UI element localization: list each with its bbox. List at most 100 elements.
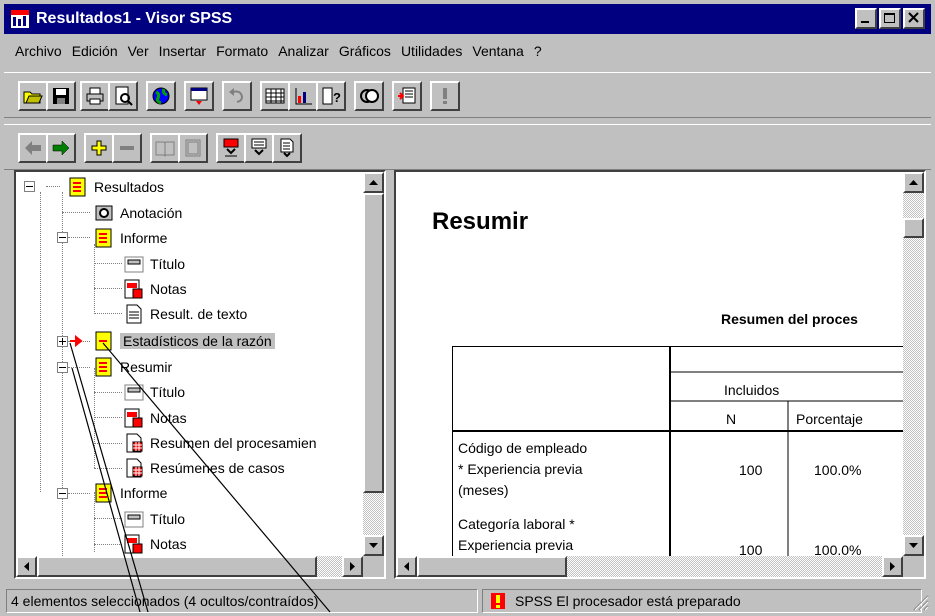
tree-item-informe[interactable]: Informe [94, 480, 167, 505]
maximize-button[interactable] [879, 8, 901, 29]
scroll-up-button[interactable] [363, 172, 384, 193]
close-button[interactable] [903, 8, 925, 29]
tree-item-titulo[interactable]: Título [124, 379, 185, 404]
menu-ver[interactable]: Ver [123, 43, 154, 59]
scroll-down-button[interactable] [903, 535, 924, 556]
col-group-header: Incluidos [724, 382, 780, 398]
tree-item-label: Informe [120, 229, 168, 246]
arrow-up-icon [369, 180, 378, 185]
insert-text-icon [280, 138, 294, 158]
scroll-left-button[interactable] [396, 556, 417, 577]
tree-item-informe[interactable]: Informe [94, 225, 167, 250]
menu-help[interactable]: ? [529, 43, 547, 59]
tree-item-notas[interactable]: Notas [124, 405, 187, 430]
tree-item-anotacion[interactable]: Anotación [94, 200, 182, 225]
minus-icon [120, 146, 134, 150]
arrow-right-icon [890, 562, 895, 571]
print-preview-button[interactable] [108, 81, 138, 111]
scroll-thumb[interactable] [417, 556, 567, 577]
scroll-left-button[interactable] [16, 556, 37, 577]
tree-item-titulo[interactable]: Título [124, 251, 185, 276]
insert-title-button[interactable] [244, 133, 274, 163]
menu-graficos[interactable]: Gráficos [334, 43, 396, 59]
scroll-right-button[interactable] [342, 556, 363, 577]
variables-button[interactable]: ? [316, 81, 346, 111]
tree-item-resultados[interactable]: Resultados [68, 174, 164, 199]
stop-processor-button[interactable] [430, 81, 460, 111]
outline-horizontal-scrollbar[interactable] [16, 556, 363, 577]
menu-edicion[interactable]: Edición [67, 43, 123, 59]
collapse-button[interactable] [112, 133, 142, 163]
scroll-thumb[interactable] [363, 193, 384, 493]
contents-pane[interactable]: Resumir Resumen del proces Incluidos N P… [394, 170, 926, 579]
goto-data-button[interactable] [260, 81, 290, 111]
tree-item-resumen-procesamiento[interactable]: Resumen del procesamien [124, 430, 317, 455]
expand-button[interactable] [84, 133, 114, 163]
tree-item-notas[interactable]: Notas [124, 531, 187, 556]
tree-collapse-toggle[interactable] [57, 362, 68, 373]
show-button[interactable] [150, 133, 180, 163]
menu-bar: Archivo Edición Ver Insertar Formato Ana… [4, 36, 931, 66]
scroll-up-button[interactable] [903, 172, 924, 193]
scroll-thumb[interactable] [903, 218, 924, 238]
designate-window-button[interactable] [392, 81, 422, 111]
hide-button[interactable] [178, 133, 208, 163]
undo-button[interactable] [222, 81, 252, 111]
tree-item-resumir[interactable]: Resumir [94, 354, 172, 379]
contents-vertical-scrollbar[interactable] [903, 172, 924, 556]
tree-item-label: Notas [150, 280, 187, 297]
spss-app-icon[interactable] [10, 9, 30, 29]
tree-collapse-toggle[interactable] [57, 488, 68, 499]
menu-utilidades[interactable]: Utilidades [396, 43, 467, 59]
save-disk-icon [53, 88, 69, 104]
tree-item-titulo[interactable]: Título [124, 506, 185, 531]
open-button[interactable] [18, 81, 48, 111]
use-sets-button[interactable] [354, 81, 384, 111]
open-book-icon [155, 141, 175, 157]
menu-insertar[interactable]: Insertar [154, 43, 211, 59]
minimize-button[interactable] [855, 8, 877, 29]
title-bar[interactable]: Resultados1 - Visor SPSS [4, 4, 931, 34]
arrow-right-icon [52, 140, 70, 156]
demote-button[interactable] [46, 133, 76, 163]
pivot-table-icon [124, 458, 144, 478]
processor-status: SPSS El procesador está preparado [482, 589, 922, 613]
pane-splitter[interactable] [386, 170, 394, 579]
resize-grip-icon[interactable] [911, 593, 929, 611]
globe-icon [152, 87, 170, 105]
insert-text-button[interactable] [272, 133, 302, 163]
insert-heading-button[interactable] [216, 133, 246, 163]
goto-chart-button[interactable] [288, 81, 318, 111]
outline-pane[interactable]: Resultados Anotación Informe Título Nota… [14, 170, 386, 579]
export-button[interactable] [146, 81, 176, 111]
tree-item-estadisticos-razon[interactable]: Estadísticos de la razón [94, 328, 275, 353]
collapsed-book-icon [94, 331, 114, 351]
menu-formato[interactable]: Formato [211, 43, 273, 59]
promote-button[interactable] [18, 133, 48, 163]
print-button[interactable] [80, 81, 110, 111]
tree-expand-toggle[interactable] [57, 336, 68, 347]
tree-item-result-texto[interactable]: Result. de texto [124, 301, 247, 326]
scroll-thumb[interactable] [37, 556, 317, 577]
goto-chart-icon [295, 88, 312, 105]
window-title: Resultados1 - Visor SPSS [36, 10, 233, 27]
menu-analizar[interactable]: Analizar [273, 43, 334, 59]
tree-item-resumenes-casos[interactable]: Resúmenes de casos [124, 455, 285, 480]
closed-book-icon [185, 139, 201, 157]
tree-collapse-toggle[interactable] [24, 181, 35, 192]
scroll-down-button[interactable] [363, 535, 384, 556]
tree-collapse-toggle[interactable] [57, 232, 68, 243]
menu-ventana[interactable]: Ventana [467, 43, 528, 59]
menu-archivo[interactable]: Archivo [10, 43, 67, 59]
arrow-left-icon [404, 562, 409, 571]
tree-item-notas[interactable]: Notas [124, 276, 187, 301]
contents-horizontal-scrollbar[interactable] [396, 556, 903, 577]
selection-status: 4 elementos seleccionados (4 ocultos/con… [6, 589, 478, 613]
save-button[interactable] [46, 81, 76, 111]
current-item-arrow-icon [70, 334, 83, 348]
recall-dialog-button[interactable] [184, 81, 214, 111]
scroll-right-button[interactable] [882, 556, 903, 577]
outline-vertical-scrollbar[interactable] [363, 172, 384, 556]
outline-toolbar [4, 124, 931, 170]
title-icon [124, 509, 144, 529]
